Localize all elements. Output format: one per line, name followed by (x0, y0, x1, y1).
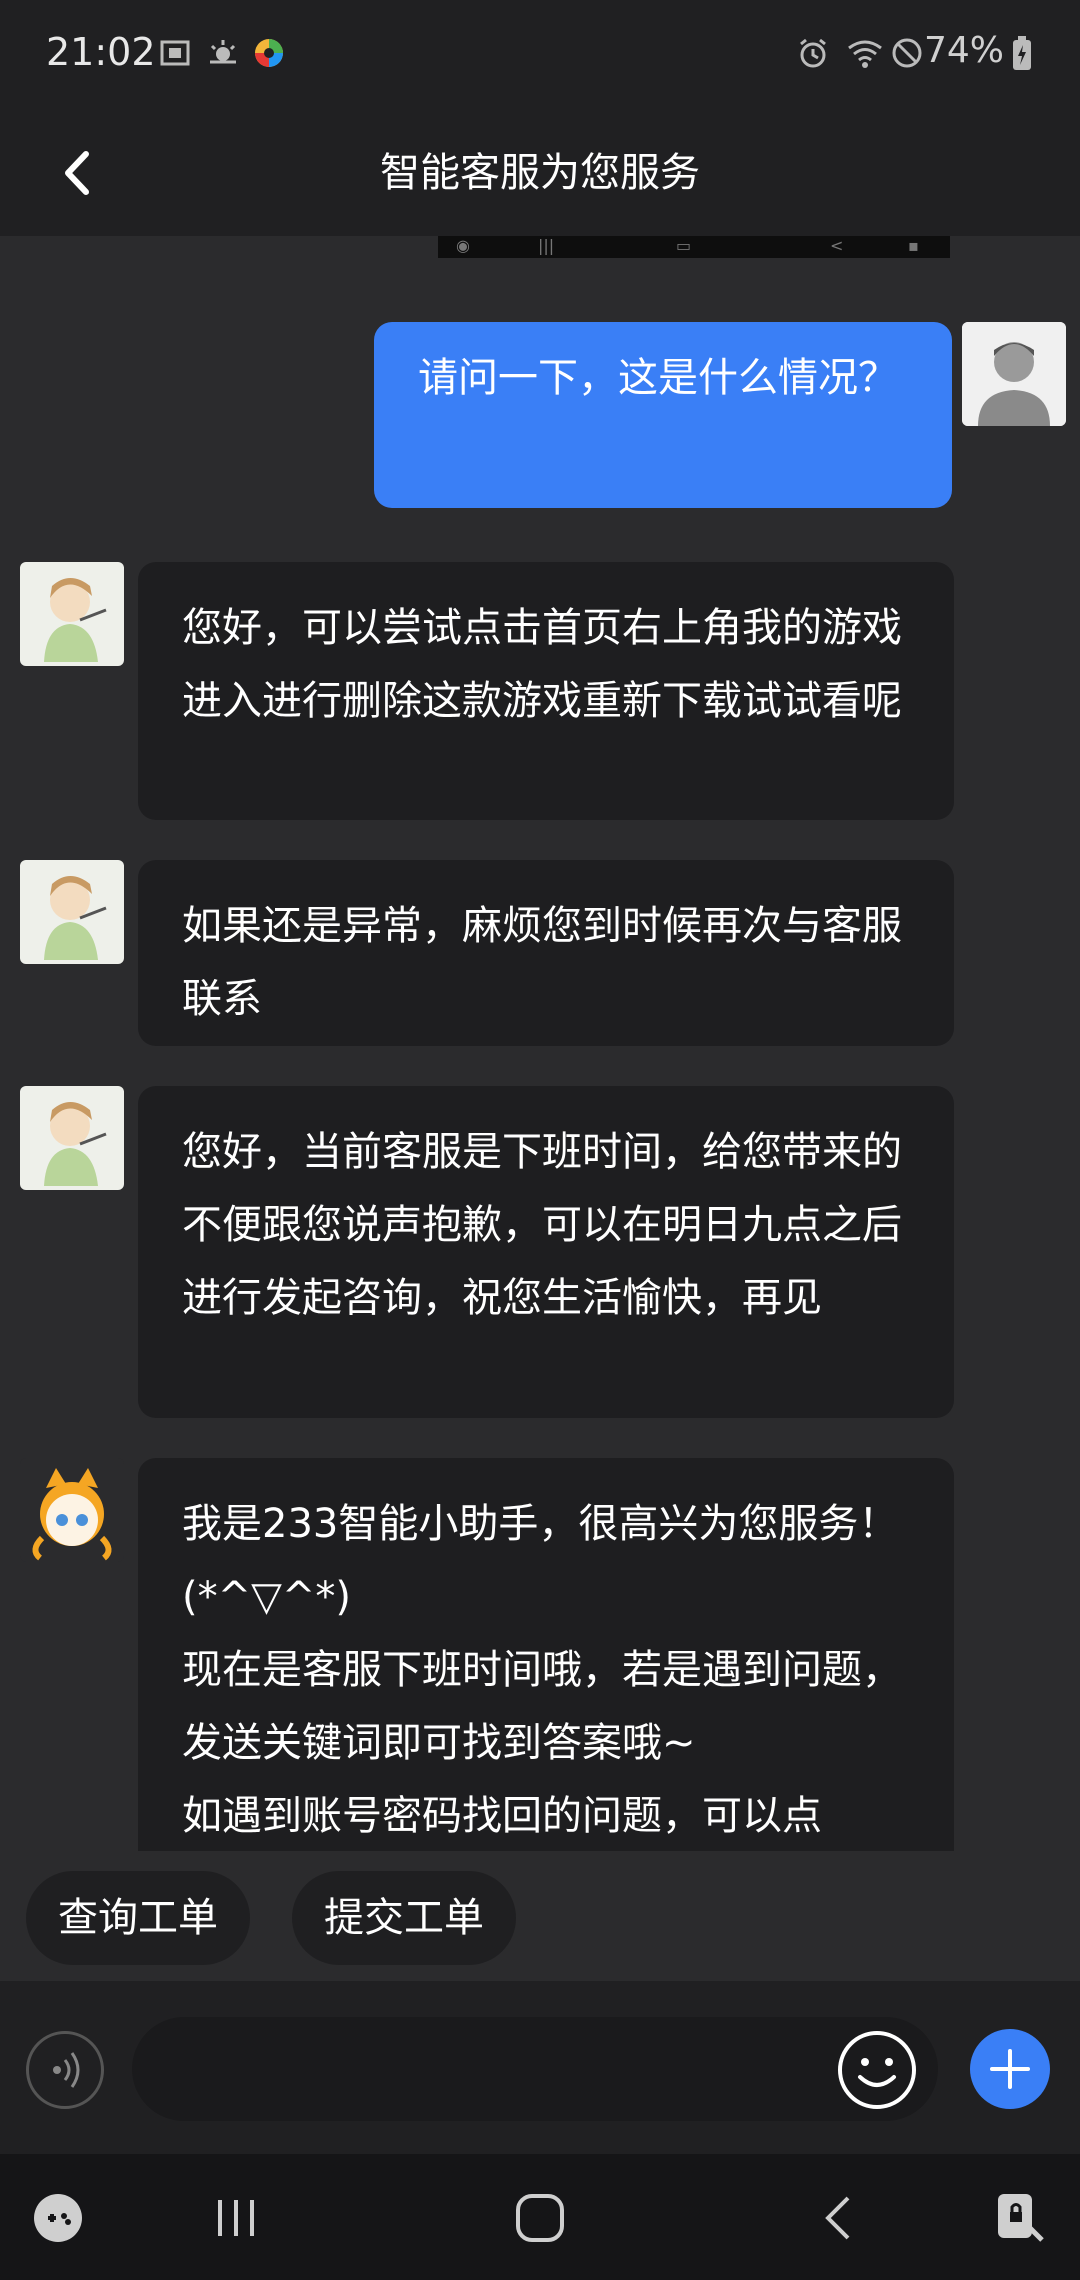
header-bar: 智能客服为您服务 (0, 110, 1080, 236)
chat-area[interactable]: ◉ ||| ▭ < ▪ 请问一下，这是什么情况？ 您好，可以尝试点击首页右上角我的游戏进… (0, 236, 1080, 1851)
system-nav-bar (0, 2154, 1080, 2280)
weather-icon (206, 36, 240, 70)
screenshot-icon (158, 36, 192, 70)
agent-avatar[interactable] (20, 860, 124, 964)
voice-icon (53, 2052, 80, 2088)
more-options-button[interactable] (970, 2029, 1050, 2109)
bot-message-bubble[interactable]: 我是233智能小助手，很高兴为您服务！(*^▽^*) 现在是客服下班时间哦，若是… (138, 1458, 954, 1851)
recent-apps-button[interactable] (208, 2190, 264, 2246)
game-launcher-icon[interactable] (30, 2190, 86, 2246)
touch-lock-icon[interactable] (992, 2190, 1048, 2246)
alarm-icon (796, 36, 830, 70)
agent-message-bubble[interactable]: 您好，可以尝试点击首页右上角我的游戏进入进行删除这款游戏重新下载试试看呢 (138, 562, 954, 820)
home-button[interactable] (512, 2190, 568, 2246)
status-bar: 21:02 74% (0, 0, 1080, 110)
agent-message-bubble[interactable]: 如果还是异常，麻烦您到时候再次与客服联系 (138, 860, 954, 1046)
status-time: 21:02 (46, 30, 156, 74)
quick-reply-row: 查询工单 提交工单 (0, 1851, 1080, 1981)
page-title: 智能客服为您服务 (380, 150, 700, 196)
input-bar (0, 1981, 1080, 2154)
battery-charging-icon (1010, 36, 1044, 70)
query-ticket-chip[interactable]: 查询工单 (26, 1871, 250, 1965)
bot-message-line: 如遇到账号密码找回的问题，可以点 (182, 1793, 822, 1839)
agent-avatar[interactable] (20, 562, 124, 666)
bot-avatar[interactable] (20, 1458, 124, 1562)
bot-message-line: 我是233智能小助手，很高兴为您服务！(*^▽^*) (182, 1501, 899, 1620)
bot-message-line: 现在是客服下班时间哦，若是遇到问题，发送关键词即可找到答案哦~ (182, 1647, 902, 1766)
wifi-icon (846, 36, 882, 70)
user-message-bubble[interactable]: 请问一下，这是什么情况？ (374, 322, 952, 508)
message-input[interactable] (132, 2017, 938, 2121)
agent-message-bubble[interactable]: 您好，当前客服是下班时间，给您带来的不便跟您说声抱歉，可以在明日九点之后进行发起… (138, 1086, 954, 1418)
smiley-icon (838, 2031, 916, 2109)
app-color-icon (252, 36, 286, 70)
emoji-button[interactable] (836, 2029, 918, 2111)
battery-percent: 74% (923, 30, 1004, 71)
previous-image-message[interactable]: ◉ ||| ▭ < ▪ (438, 236, 950, 258)
voice-input-button[interactable] (26, 2031, 104, 2109)
user-avatar[interactable] (962, 322, 1066, 426)
agent-avatar[interactable] (20, 1086, 124, 1190)
plus-icon (990, 2049, 1030, 2089)
system-back-button[interactable] (812, 2190, 868, 2246)
dnd-icon (890, 36, 924, 70)
submit-ticket-chip[interactable]: 提交工单 (292, 1871, 516, 1965)
